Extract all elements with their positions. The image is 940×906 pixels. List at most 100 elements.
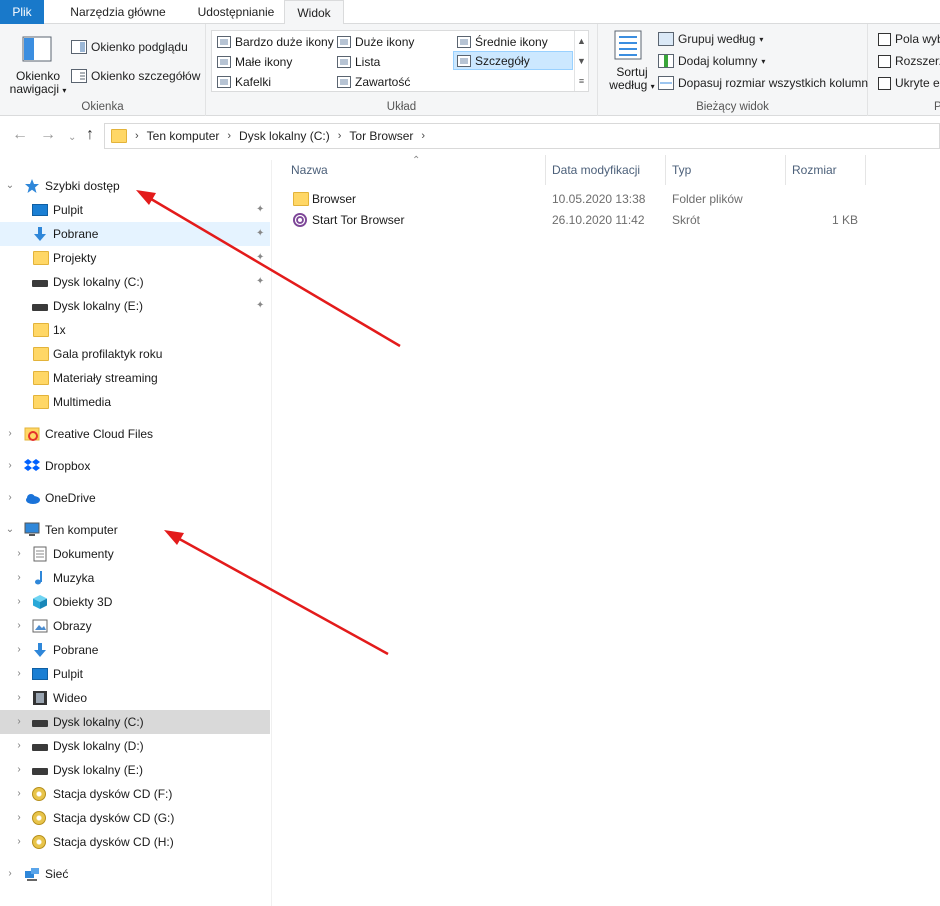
chevron-right-icon[interactable]: › bbox=[227, 130, 231, 142]
nav-pc-disk-c[interactable]: › Dysk lokalny (C:) bbox=[0, 710, 270, 734]
nav-this-pc[interactable]: ⌄ Ten komputer bbox=[0, 518, 270, 542]
tab-share[interactable]: Udostępnianie bbox=[186, 0, 286, 24]
add-columns-button[interactable]: Dodaj kolumny ▾ bbox=[658, 54, 765, 68]
breadcrumb-local-disk-c[interactable]: Dysk lokalny (C:) bbox=[239, 129, 330, 143]
layout-tiles[interactable]: Kafelki bbox=[214, 72, 274, 91]
layout-list[interactable]: Lista bbox=[334, 52, 383, 71]
layout-details[interactable]: Szczegóły bbox=[453, 51, 573, 70]
nav-quick-item-streaming[interactable]: Materiały streaming bbox=[0, 366, 270, 390]
nav-pc-cd-f[interactable]: › Stacja dysków CD (F:) bbox=[0, 782, 270, 806]
column-header-type[interactable]: Typ bbox=[666, 155, 786, 185]
chevron-right-icon[interactable]: › bbox=[338, 130, 342, 142]
chevron-right-icon[interactable]: › bbox=[14, 813, 24, 823]
chevron-right-icon[interactable]: › bbox=[5, 493, 15, 503]
nav-dropbox[interactable]: › Dropbox bbox=[0, 454, 270, 478]
nav-quick-access[interactable]: ⌄ Szybki dostęp bbox=[0, 174, 270, 198]
file-extensions-toggle[interactable]: Rozszerza bbox=[878, 54, 940, 68]
chevron-right-icon[interactable]: › bbox=[421, 130, 425, 142]
tab-home[interactable]: Narzędzia główne bbox=[58, 0, 178, 24]
chevron-right-icon[interactable]: › bbox=[5, 869, 15, 879]
nav-quick-item-disk-c[interactable]: Dysk lokalny (C:) ✦ bbox=[0, 270, 270, 294]
chevron-right-icon[interactable]: › bbox=[14, 645, 24, 655]
preview-pane-button[interactable]: Okienko podglądu bbox=[71, 40, 188, 54]
fit-columns-button[interactable]: Dopasuj rozmiar wszystkich kolumn bbox=[658, 76, 868, 90]
chevron-right-icon[interactable]: › bbox=[14, 765, 24, 775]
breadcrumb-tor-browser[interactable]: Tor Browser bbox=[349, 129, 413, 143]
pin-icon[interactable]: ✦ bbox=[256, 229, 266, 239]
chevron-right-icon[interactable]: › bbox=[5, 461, 15, 471]
nav-quick-item-multimedia[interactable]: Multimedia bbox=[0, 390, 270, 414]
nav-pc-3d-objects[interactable]: › Obiekty 3D bbox=[0, 590, 270, 614]
tab-view[interactable]: Widok bbox=[284, 0, 344, 25]
chevron-right-icon[interactable]: › bbox=[14, 693, 24, 703]
item-checkboxes-toggle[interactable]: Pola wyb bbox=[878, 32, 940, 46]
address-bar[interactable]: › Ten komputer › Dysk lokalny (C:) › Tor… bbox=[104, 123, 940, 149]
dropbox-icon bbox=[24, 459, 40, 471]
navigation-pane-button[interactable]: Okienko nawigacji ▾ bbox=[8, 28, 66, 98]
nav-onedrive[interactable]: › OneDrive bbox=[0, 486, 270, 510]
pin-icon[interactable]: ✦ bbox=[256, 301, 266, 311]
chevron-right-icon[interactable]: › bbox=[5, 429, 15, 439]
nav-pc-cd-g[interactable]: › Stacja dysków CD (G:) bbox=[0, 806, 270, 830]
nav-pc-disk-d[interactable]: › Dysk lokalny (D:) bbox=[0, 734, 270, 758]
nav-pc-music[interactable]: › Muzyka bbox=[0, 566, 270, 590]
nav-creative-cloud[interactable]: › Creative Cloud Files bbox=[0, 422, 270, 446]
nav-network[interactable]: › Sieć bbox=[0, 862, 270, 886]
nav-quick-item-downloads[interactable]: Pobrane ✦ bbox=[0, 222, 270, 246]
pin-icon[interactable]: ✦ bbox=[256, 205, 266, 215]
sort-by-button[interactable]: Sortuj według ▾ bbox=[606, 30, 655, 96]
chevron-up-icon[interactable]: ▲ bbox=[575, 31, 588, 51]
chevron-down-icon[interactable]: ▼ bbox=[575, 51, 588, 71]
layout-medium-icons[interactable]: Średnie ikony bbox=[454, 32, 551, 51]
nav-pc-desktop[interactable]: › Pulpit bbox=[0, 662, 270, 686]
layout-small-icons[interactable]: Małe ikony bbox=[214, 52, 295, 71]
nav-pc-documents[interactable]: › Dokumenty bbox=[0, 542, 270, 566]
forward-arrow-icon[interactable]: → bbox=[40, 127, 56, 143]
nav-pc-downloads[interactable]: › Pobrane bbox=[0, 638, 270, 662]
chevron-right-icon[interactable]: › bbox=[14, 789, 24, 799]
column-header-size[interactable]: Rozmiar bbox=[786, 155, 866, 185]
layout-extra-large-icons[interactable]: Bardzo duże ikony bbox=[214, 32, 337, 51]
nav-quick-item-projects[interactable]: Projekty ✦ bbox=[0, 246, 270, 270]
checkbox[interactable] bbox=[878, 76, 891, 90]
recent-locations-chevron-icon[interactable]: ⌄ bbox=[68, 130, 76, 146]
chevron-right-icon[interactable]: › bbox=[135, 130, 139, 142]
layout-gallery-scroll[interactable]: ▲ ▼ ≡ bbox=[574, 31, 588, 91]
layout-content[interactable]: Zawartość bbox=[334, 72, 413, 91]
chevron-right-icon[interactable]: › bbox=[14, 741, 24, 751]
chevron-right-icon[interactable]: › bbox=[14, 549, 24, 559]
nav-quick-item-gala[interactable]: Gala profilaktyk roku bbox=[0, 342, 270, 366]
up-arrow-icon[interactable]: ↑ bbox=[86, 127, 94, 143]
chevron-down-icon[interactable]: ⌄ bbox=[5, 525, 15, 535]
chevron-right-icon[interactable]: › bbox=[14, 621, 24, 631]
checkbox[interactable] bbox=[878, 32, 891, 46]
chevron-right-icon[interactable]: › bbox=[14, 597, 24, 607]
layout-large-icons[interactable]: Duże ikony bbox=[334, 32, 417, 51]
file-row-start-tor-browser[interactable]: Start Tor Browser 26.10.2020 11:42 Skrót… bbox=[276, 210, 876, 231]
file-row-browser[interactable]: Browser 10.05.2020 13:38 Folder plików bbox=[276, 189, 876, 210]
gallery-more-icon[interactable]: ≡ bbox=[575, 71, 588, 91]
pin-icon[interactable]: ✦ bbox=[256, 277, 266, 287]
hidden-items-toggle[interactable]: Ukryte e bbox=[878, 76, 940, 90]
chevron-right-icon[interactable]: › bbox=[14, 573, 24, 583]
nav-pc-disk-e[interactable]: › Dysk lokalny (E:) bbox=[0, 758, 270, 782]
nav-pc-pictures[interactable]: › Obrazy bbox=[0, 614, 270, 638]
nav-quick-item-1x[interactable]: 1x bbox=[0, 318, 270, 342]
chevron-right-icon[interactable]: › bbox=[14, 717, 24, 727]
column-header-date[interactable]: Data modyfikacji bbox=[546, 155, 666, 185]
back-arrow-icon[interactable]: ← bbox=[12, 127, 28, 143]
breadcrumb-this-pc[interactable]: Ten komputer bbox=[147, 129, 220, 143]
chevron-right-icon[interactable]: › bbox=[14, 837, 24, 847]
nav-quick-item-disk-e[interactable]: Dysk lokalny (E:) ✦ bbox=[0, 294, 270, 318]
pin-icon[interactable]: ✦ bbox=[256, 253, 266, 263]
tab-file[interactable]: Plik bbox=[0, 0, 44, 24]
group-by-button[interactable]: Grupuj według ▾ bbox=[658, 32, 763, 46]
nav-pc-cd-h[interactable]: › Stacja dysków CD (H:) bbox=[0, 830, 270, 854]
nav-pc-videos[interactable]: › Wideo bbox=[0, 686, 270, 710]
chevron-down-icon[interactable]: ⌄ bbox=[5, 181, 15, 191]
checkbox[interactable] bbox=[878, 54, 891, 68]
column-header-name[interactable]: Nazwa bbox=[285, 155, 546, 185]
nav-quick-item-desktop[interactable]: Pulpit ✦ bbox=[0, 198, 270, 222]
chevron-right-icon[interactable]: › bbox=[14, 669, 24, 679]
details-pane-button[interactable]: Okienko szczegółów bbox=[71, 69, 200, 83]
